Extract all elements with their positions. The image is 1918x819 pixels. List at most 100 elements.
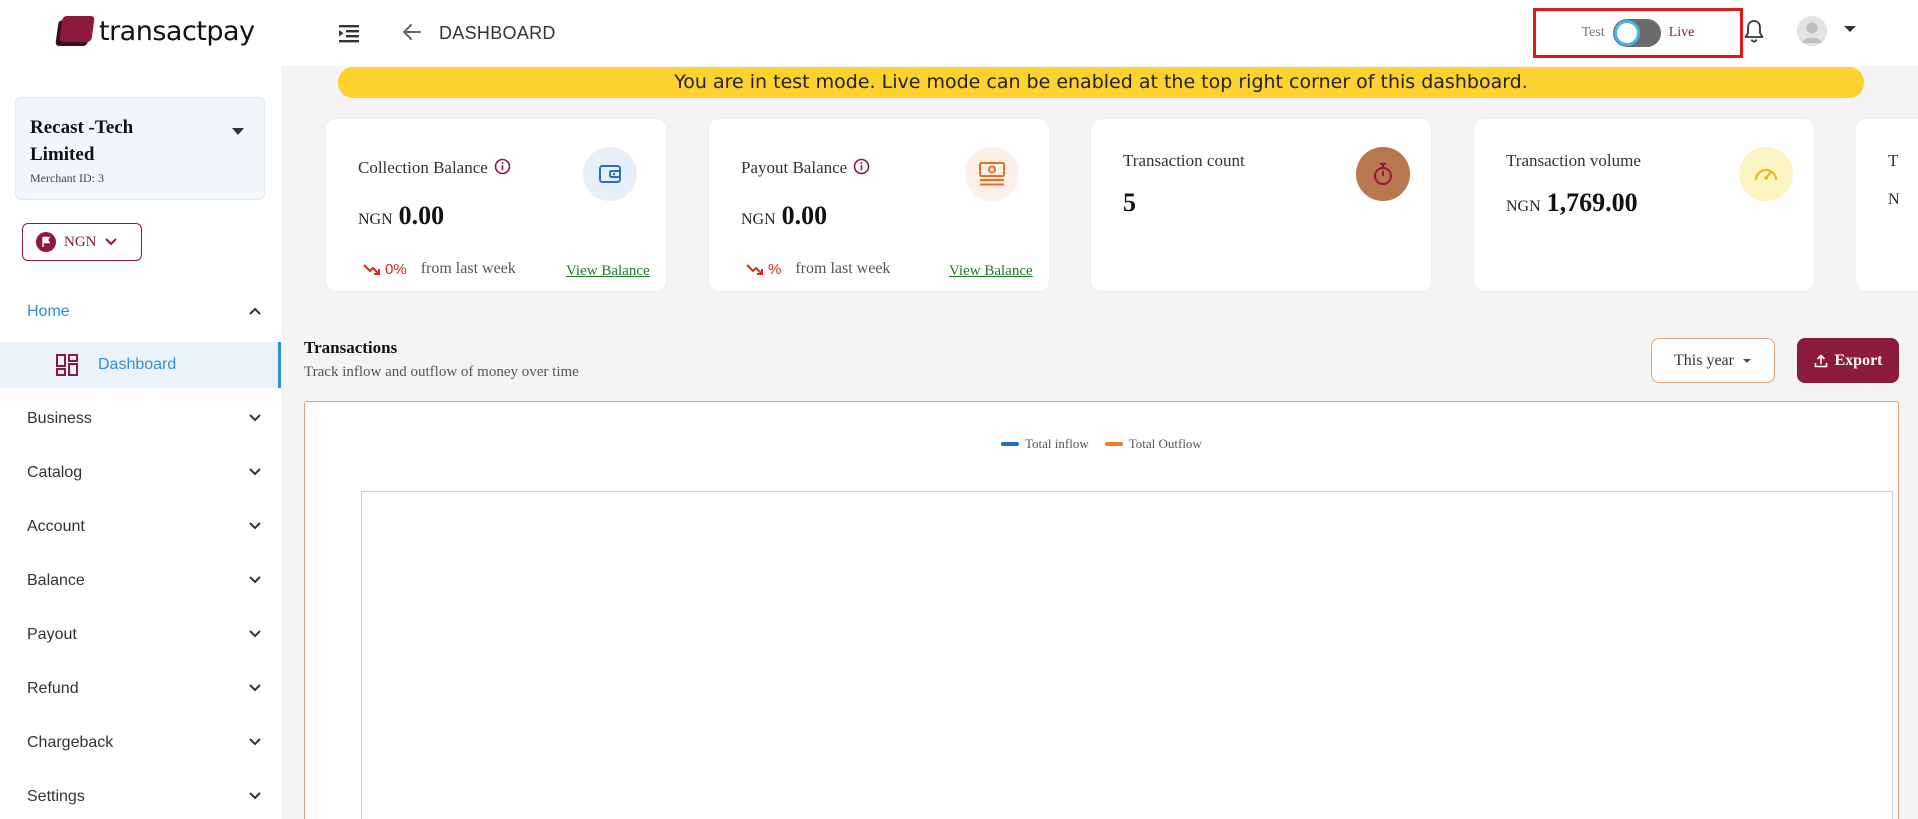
- chevron-down-icon[interactable]: [1843, 24, 1857, 34]
- sidebar-item-settings[interactable]: Settings: [0, 773, 281, 819]
- collection-balance-card: Collection Balance NGN 0.00 0% from last…: [326, 119, 666, 291]
- chevron-down-icon: [249, 522, 261, 530]
- transaction-count-value: 5: [1123, 188, 1136, 217]
- info-icon[interactable]: [853, 158, 870, 175]
- upload-icon: [1814, 353, 1827, 367]
- mode-switch-container: Test Live: [1533, 8, 1743, 58]
- volume-amount: NGN 1,769.00: [1506, 188, 1638, 218]
- cash-icon: [965, 147, 1019, 201]
- currency-code: NGN: [358, 211, 393, 228]
- gauge-icon: [1739, 147, 1793, 201]
- legend-label: Total inflow: [1025, 436, 1089, 451]
- chevron-down-icon: [232, 128, 244, 135]
- sidebar-item-catalog[interactable]: Catalog: [0, 449, 281, 497]
- sidebar-item-label: Refund: [27, 680, 79, 697]
- test-mode-banner: You are in test mode. Live mode can be e…: [338, 67, 1864, 98]
- trend-percent: %: [768, 260, 782, 278]
- period-select[interactable]: This year: [1651, 338, 1775, 383]
- sidebar-item-label: Dashboard: [98, 356, 177, 373]
- transaction-volume-card: Transaction volume NGN 1,769.00: [1474, 119, 1814, 291]
- trend-percent: 0%: [385, 260, 407, 278]
- chart-legend: Total inflow Total Outflow: [1001, 436, 1202, 452]
- stopwatch-icon: [1356, 147, 1410, 201]
- mode-live-label: Live: [1668, 25, 1695, 40]
- trend-down-icon: [746, 264, 763, 275]
- card-title: Collection Balance: [358, 158, 511, 178]
- user-avatar-icon[interactable]: [1797, 16, 1827, 46]
- chevron-down-icon: [104, 238, 117, 246]
- trend-indicator: % from last week: [746, 260, 890, 278]
- card-title: T: [1888, 151, 1899, 170]
- currency-selector[interactable]: NGN: [22, 223, 142, 261]
- balance-amount: NGN 0.00: [741, 201, 827, 231]
- sidebar-item-balance[interactable]: Balance: [0, 557, 281, 605]
- toggle-knob: [1613, 20, 1640, 46]
- brand-name: transactpay: [99, 15, 255, 47]
- balance-amount: NGN 0.00: [358, 201, 444, 231]
- flag-icon: [36, 232, 56, 252]
- sidebar-item-label: Settings: [27, 788, 85, 805]
- bell-icon[interactable]: [1742, 18, 1766, 44]
- currency-label: NGN: [64, 233, 97, 250]
- sidebar-item-chargeback[interactable]: Chargeback: [0, 719, 281, 767]
- trend-indicator: 0% from last week: [363, 260, 516, 278]
- chevron-down-icon: [249, 576, 261, 584]
- merchant-id: Merchant ID: 3: [30, 171, 104, 185]
- chevron-down-icon: [249, 414, 261, 422]
- brand-logo[interactable]: transactpay: [55, 14, 255, 48]
- chevron-down-icon: [249, 630, 261, 638]
- merchant-switcher[interactable]: Recast -Tech Limited Merchant ID: 3: [15, 97, 265, 200]
- payout-balance-card: Payout Balance NGN 0.00 % from last week…: [709, 119, 1049, 291]
- currency-code: NGN: [741, 211, 776, 228]
- chevron-down-icon: [249, 738, 261, 746]
- chevron-down-icon: [249, 684, 261, 692]
- currency-code: N: [1888, 191, 1900, 208]
- sidebar-item-label: Catalog: [27, 464, 83, 481]
- grid-dashboard-icon: [56, 354, 78, 376]
- chart-plot-area: [361, 491, 1893, 819]
- export-button[interactable]: Export: [1797, 338, 1899, 383]
- amount-value: 0.00: [398, 201, 445, 230]
- legend-item-outflow[interactable]: Total Outflow: [1104, 436, 1202, 452]
- legend-swatch: [1001, 442, 1019, 446]
- card-title: Transaction count: [1123, 151, 1245, 170]
- transactions-subtitle: Track inflow and outflow of money over t…: [304, 364, 579, 380]
- page-title: DASHBOARD: [439, 23, 556, 43]
- sidebar-item-label: Payout: [27, 626, 77, 643]
- arrow-left-icon[interactable]: [400, 20, 424, 44]
- view-balance-link[interactable]: View Balance: [949, 263, 1033, 280]
- transactions-chart: Total inflow Total Outflow: [304, 401, 1899, 819]
- sidebar-item-account[interactable]: Account: [0, 503, 281, 551]
- sidebar-item-label: Business: [27, 410, 92, 427]
- sidebar: Recast -Tech Limited Merchant ID: 3 NGN …: [0, 66, 281, 819]
- legend-swatch: [1104, 442, 1123, 446]
- legend-label: Total Outflow: [1128, 436, 1202, 451]
- info-icon[interactable]: [494, 158, 511, 175]
- currency-code: NGN: [1506, 198, 1541, 215]
- sidebar-item-dashboard[interactable]: Dashboard: [0, 342, 281, 388]
- sidebar-item-home[interactable]: Home: [0, 288, 281, 336]
- card-title: Payout Balance: [741, 158, 870, 178]
- legend-item-inflow[interactable]: Total inflow: [1001, 436, 1089, 452]
- trend-text: from last week: [420, 260, 516, 277]
- period-label: This year: [1674, 351, 1734, 369]
- transactions-title: Transactions: [304, 338, 398, 357]
- sidebar-item-label: Home: [27, 303, 70, 320]
- logo-mark-icon: [55, 14, 95, 48]
- card-title: Transaction volume: [1506, 151, 1641, 170]
- chevron-down-icon: [249, 468, 261, 476]
- sidebar-item-label: Balance: [27, 572, 85, 589]
- sidebar-item-business[interactable]: Business: [0, 395, 281, 443]
- chevron-up-icon: [249, 307, 261, 315]
- card-amount: N: [1888, 191, 1918, 209]
- live-mode-toggle[interactable]: [1612, 19, 1661, 47]
- sidebar-item-refund[interactable]: Refund: [0, 665, 281, 713]
- trend-down-icon: [363, 264, 380, 275]
- transaction-count-card: Transaction count 5: [1091, 119, 1431, 291]
- menu-collapse-icon[interactable]: [337, 22, 361, 44]
- view-balance-link[interactable]: View Balance: [566, 263, 650, 280]
- wallet-icon: [583, 147, 637, 201]
- sidebar-item-payout[interactable]: Payout: [0, 611, 281, 659]
- mode-test-label: Test: [1581, 25, 1605, 40]
- trend-text: from last week: [795, 260, 891, 277]
